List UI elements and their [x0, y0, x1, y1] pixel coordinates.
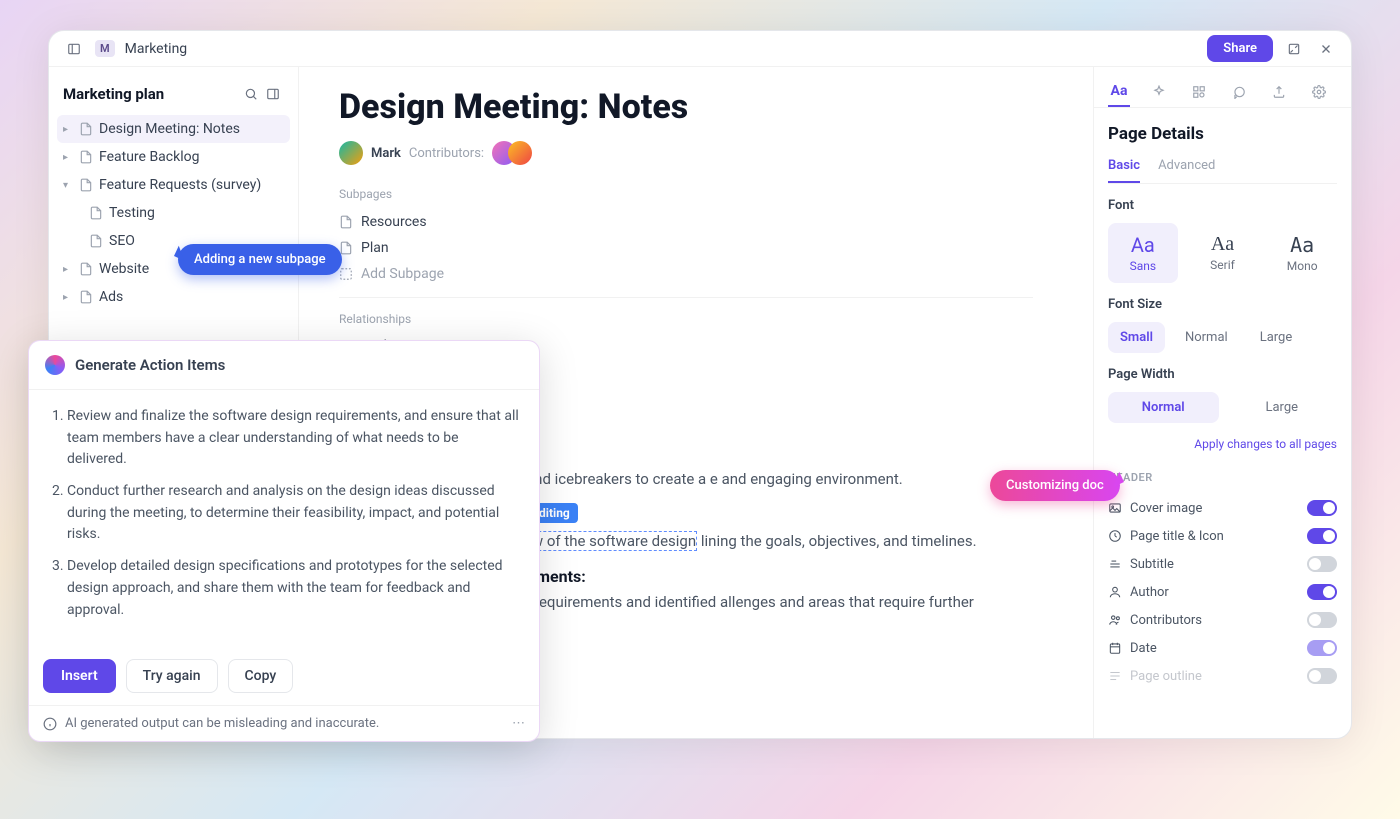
font-option-sans[interactable]: AaSans	[1108, 223, 1178, 283]
close-icon[interactable]	[1315, 38, 1337, 60]
toggle-switch[interactable]	[1307, 668, 1337, 684]
toggle-switch[interactable]	[1307, 612, 1337, 628]
relationships-label: Relationships	[339, 312, 1033, 326]
sidebar-title: Marketing plan	[63, 85, 240, 103]
toggle-switch[interactable]	[1307, 500, 1337, 516]
sidebar-item-ads[interactable]: ▸Ads	[57, 283, 290, 311]
toggle-switch[interactable]	[1307, 556, 1337, 572]
ai-popup: Generate Action Items Review and finaliz…	[28, 340, 540, 742]
font-option-mono[interactable]: AaMono	[1267, 223, 1337, 283]
toggle-icon	[1108, 641, 1122, 655]
toggle-icon	[1108, 613, 1122, 627]
pagewidth-large[interactable]: Large	[1227, 392, 1338, 423]
panel-tab-typography[interactable]: Aa	[1108, 77, 1130, 107]
ai-action-item: Conduct further research and analysis on…	[67, 481, 519, 546]
toggle-icon	[1108, 669, 1122, 683]
pagewidth-normal[interactable]: Normal	[1108, 392, 1219, 423]
workspace-badge[interactable]: M	[95, 40, 115, 57]
insert-button[interactable]: Insert	[43, 659, 116, 693]
subpages-label: Subpages	[339, 187, 1033, 201]
copy-button[interactable]: Copy	[228, 659, 294, 693]
subtab-basic[interactable]: Basic	[1108, 158, 1140, 183]
toggle-row-subtitle: Subtitle	[1108, 550, 1337, 578]
sidebar-item-feature-backlog[interactable]: ▸Feature Backlog	[57, 143, 290, 171]
header-section-label: HEADER	[1108, 471, 1337, 484]
panel-heading: Page Details	[1108, 124, 1337, 144]
fontsize-label: Font Size	[1108, 297, 1337, 312]
avatar	[339, 141, 363, 165]
toggle-row-author: Author	[1108, 578, 1337, 606]
share-button[interactable]: Share	[1207, 35, 1273, 62]
toggle-icon	[1108, 585, 1122, 599]
toggle-row-contributors: Contributors	[1108, 606, 1337, 634]
panel-collapse-icon[interactable]	[262, 83, 284, 105]
breadcrumb[interactable]: Marketing	[125, 41, 188, 57]
sidebar-item-feature-requests[interactable]: ▾Feature Requests (survey)	[57, 171, 290, 199]
toggle-switch[interactable]	[1307, 584, 1337, 600]
ai-action-item: Review and finalize the software design …	[67, 406, 519, 471]
ai-disclaimer: AI generated output can be misleading an…	[65, 716, 379, 731]
toggle-row-cover-image: Cover image	[1108, 494, 1337, 522]
toggle-icon	[1108, 529, 1122, 543]
font-label: Font	[1108, 198, 1337, 213]
subtab-advanced[interactable]: Advanced	[1158, 158, 1215, 183]
panel-tab-elements[interactable]	[1188, 77, 1210, 107]
toggle-icon	[1108, 557, 1122, 571]
apply-all-link[interactable]: Apply changes to all pages	[1108, 437, 1337, 451]
panel-tab-ai[interactable]	[1148, 77, 1170, 107]
search-icon[interactable]	[240, 83, 262, 105]
add-subpage-button[interactable]: Add Subpage	[339, 261, 1033, 287]
panel-tab-strip: Aa	[1094, 67, 1351, 108]
fontsize-small[interactable]: Small	[1108, 322, 1165, 353]
toggle-row-page-outline: Page outline	[1108, 662, 1337, 690]
callout-customizing-doc: Customizing doc	[990, 470, 1120, 501]
sidebar-toggle-icon[interactable]	[63, 38, 85, 60]
fontsize-normal[interactable]: Normal	[1173, 322, 1240, 353]
panel-tab-comments[interactable]	[1228, 77, 1250, 107]
subpage-item[interactable]: Resources	[339, 209, 1033, 235]
toggle-switch[interactable]	[1307, 640, 1337, 656]
pagewidth-label: Page Width	[1108, 367, 1337, 382]
callout-adding-subpage: Adding a new subpage	[178, 244, 342, 275]
subpage-item[interactable]: Plan	[339, 235, 1033, 261]
contributors-label: Contributors:	[409, 146, 484, 161]
ai-action-item: Develop detailed design specifications a…	[67, 556, 519, 621]
toggle-row-page-title-icon: Page title & Icon	[1108, 522, 1337, 550]
try-again-button[interactable]: Try again	[126, 659, 218, 693]
fontsize-large[interactable]: Large	[1248, 322, 1305, 353]
sidebar-item-testing[interactable]: Testing	[57, 199, 290, 227]
panel-tab-settings[interactable]	[1308, 77, 1330, 107]
toggle-switch[interactable]	[1307, 528, 1337, 544]
author-name: Mark	[371, 146, 401, 161]
info-icon	[43, 717, 57, 731]
font-option-serif[interactable]: AaSerif	[1188, 223, 1258, 283]
ai-popup-title: Generate Action Items	[75, 356, 225, 374]
toggle-icon	[1108, 501, 1122, 515]
ai-logo-icon	[45, 355, 65, 375]
author-row: Mark Contributors:	[339, 141, 1033, 165]
avatar	[508, 141, 532, 165]
divider	[339, 297, 1033, 298]
panel-tab-export[interactable]	[1268, 77, 1290, 107]
sidebar-item-design-meeting[interactable]: ▸Design Meeting: Notes	[57, 115, 290, 143]
more-icon[interactable]: ⋯	[512, 716, 525, 731]
expand-icon[interactable]	[1283, 38, 1305, 60]
topbar: M Marketing Share	[49, 31, 1351, 67]
page-title: Design Meeting: Notes	[339, 87, 1033, 127]
toggle-row-date: Date	[1108, 634, 1337, 662]
right-panel: Aa Page Details Basic Advanced Font AaSa…	[1093, 67, 1351, 738]
